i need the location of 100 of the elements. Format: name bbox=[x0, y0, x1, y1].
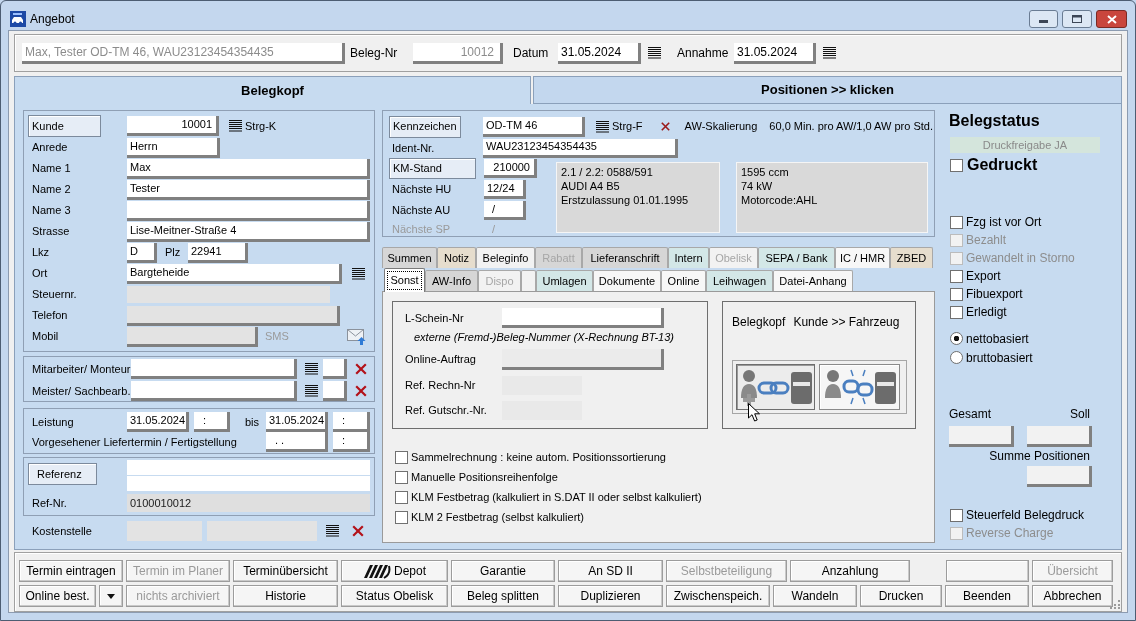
input-field[interactable]: 10001 bbox=[127, 116, 219, 136]
input-field[interactable] bbox=[127, 476, 370, 491]
link-button[interactable] bbox=[736, 364, 815, 410]
input-field[interactable]: Max, Tester OD-TM 46, WAU23123454354435 bbox=[22, 42, 345, 64]
unlink-button[interactable] bbox=[819, 364, 900, 410]
checkbox[interactable] bbox=[950, 508, 963, 522]
checkbox[interactable] bbox=[950, 287, 963, 301]
list-icon[interactable] bbox=[823, 47, 836, 59]
checkbox[interactable] bbox=[395, 510, 408, 524]
input-field[interactable] bbox=[502, 308, 664, 328]
input-field[interactable] bbox=[1027, 466, 1092, 487]
tab[interactable]: Datei-Anhang bbox=[773, 270, 853, 291]
list-icon[interactable] bbox=[352, 267, 365, 280]
customer-button[interactable]: Kunde bbox=[28, 115, 101, 137]
cross-icon[interactable] bbox=[660, 122, 670, 131]
input-field[interactable]: : bbox=[333, 432, 370, 452]
action-button[interactable]: Depot bbox=[341, 560, 448, 582]
input-field[interactable] bbox=[131, 381, 297, 401]
cross-icon[interactable] bbox=[352, 525, 364, 537]
tab[interactable]: Summen bbox=[382, 247, 437, 268]
list-icon[interactable] bbox=[229, 120, 242, 132]
cross-icon[interactable] bbox=[355, 363, 367, 375]
input-field[interactable]: WAU23123454354435 bbox=[483, 138, 678, 158]
tab[interactable]: Positionen >> klicken bbox=[533, 76, 1122, 104]
action-button[interactable]: Duplizieren bbox=[558, 585, 663, 607]
input-field[interactable]: 31.05.2024 bbox=[558, 42, 641, 64]
input-field[interactable]: Lise-Meitner-Straße 4 bbox=[127, 221, 370, 242]
checkbox[interactable] bbox=[395, 450, 408, 464]
input-field[interactable]: 31.05.2024 bbox=[266, 412, 328, 432]
input-field[interactable] bbox=[131, 359, 297, 379]
list-icon[interactable] bbox=[326, 525, 339, 537]
mileage-button[interactable]: KM-Stand bbox=[389, 158, 476, 179]
tab[interactable]: Lieferanschrift bbox=[582, 247, 668, 268]
maximize-button[interactable] bbox=[1062, 10, 1092, 28]
input-field[interactable] bbox=[127, 200, 370, 221]
input-field[interactable]: 210000 bbox=[484, 159, 537, 178]
list-icon[interactable] bbox=[305, 385, 318, 397]
radio-button[interactable] bbox=[950, 332, 963, 345]
input-field[interactable]: : bbox=[333, 412, 370, 432]
action-button[interactable]: Termin eintragen bbox=[19, 560, 123, 582]
checkbox[interactable] bbox=[950, 158, 963, 172]
list-icon[interactable] bbox=[596, 120, 609, 133]
input-field[interactable]: : bbox=[194, 412, 230, 432]
tab[interactable]: IC / HMR bbox=[835, 247, 890, 268]
input-field[interactable]: 22941 bbox=[188, 242, 248, 263]
envelope-icon[interactable] bbox=[347, 328, 366, 345]
dropdown-button[interactable] bbox=[99, 585, 123, 607]
input-field[interactable]: Bargteheide bbox=[127, 263, 342, 284]
checkbox[interactable] bbox=[950, 215, 963, 229]
input-field[interactable] bbox=[949, 426, 1014, 447]
cross-icon[interactable] bbox=[355, 385, 367, 397]
input-field[interactable]: . . bbox=[266, 432, 328, 452]
input-field[interactable]: OD-TM 46 bbox=[483, 116, 585, 137]
tab[interactable]: Notiz bbox=[437, 247, 476, 268]
action-button[interactable]: Online best. bbox=[19, 585, 96, 607]
input-field[interactable]: 31.05.2024 bbox=[127, 412, 189, 432]
action-button[interactable]: An SD II bbox=[558, 560, 663, 582]
input-field[interactable] bbox=[127, 460, 370, 475]
input-field[interactable]: Max bbox=[127, 158, 370, 179]
reference-button[interactable]: Referenz bbox=[28, 463, 97, 485]
checkbox[interactable] bbox=[395, 470, 408, 484]
tab[interactable]: SEPA / Bank bbox=[758, 247, 835, 268]
action-button[interactable]: Abbrechen bbox=[1032, 585, 1113, 607]
input-field[interactable] bbox=[323, 359, 347, 379]
action-button[interactable]: Zwischenspeich. bbox=[666, 585, 770, 607]
radio-button[interactable] bbox=[950, 351, 963, 364]
action-button[interactable] bbox=[946, 560, 1029, 582]
list-icon[interactable] bbox=[648, 47, 661, 59]
checkbox[interactable] bbox=[950, 305, 963, 319]
input-field[interactable]: 31.05.2024 bbox=[734, 42, 816, 64]
action-button[interactable]: Garantie bbox=[451, 560, 555, 582]
action-button[interactable]: Drucken bbox=[860, 585, 942, 607]
tab[interactable]: Belegkopf bbox=[14, 76, 531, 104]
minimize-button[interactable] bbox=[1029, 10, 1058, 28]
tab[interactable]: Sonst bbox=[384, 268, 425, 292]
close-button[interactable] bbox=[1096, 10, 1127, 28]
input-field[interactable]: 12/24 bbox=[484, 180, 526, 199]
tab[interactable]: Dokumente bbox=[593, 270, 661, 291]
action-button[interactable]: Beleg splitten bbox=[451, 585, 555, 607]
action-button[interactable]: Wandeln bbox=[773, 585, 857, 607]
action-button[interactable]: Status Obelisk bbox=[341, 585, 448, 607]
tab[interactable]: Leihwagen bbox=[706, 270, 773, 291]
tab[interactable]: AW-Info bbox=[425, 270, 478, 291]
resize-grip-icon[interactable] bbox=[1110, 599, 1120, 609]
input-field[interactable]: Herrn bbox=[127, 137, 220, 158]
action-button[interactable]: Historie bbox=[233, 585, 338, 607]
input-field[interactable]: / bbox=[484, 201, 526, 220]
input-field[interactable] bbox=[323, 381, 347, 401]
tab[interactable]: Online bbox=[661, 270, 706, 291]
input-field[interactable]: 10012 bbox=[413, 42, 503, 64]
checkbox[interactable] bbox=[950, 269, 963, 283]
tab[interactable]: Intern bbox=[668, 247, 709, 268]
plate-button[interactable]: Kennzeichen bbox=[389, 115, 461, 138]
tab[interactable]: ZBED bbox=[890, 247, 933, 268]
tab[interactable]: Beleginfo bbox=[476, 247, 535, 268]
list-icon[interactable] bbox=[305, 363, 318, 375]
action-button[interactable]: Terminübersicht bbox=[233, 560, 338, 582]
action-button[interactable]: Beenden bbox=[945, 585, 1029, 607]
action-button[interactable]: Anzahlung bbox=[790, 560, 910, 582]
input-field[interactable]: Tester bbox=[127, 179, 370, 200]
